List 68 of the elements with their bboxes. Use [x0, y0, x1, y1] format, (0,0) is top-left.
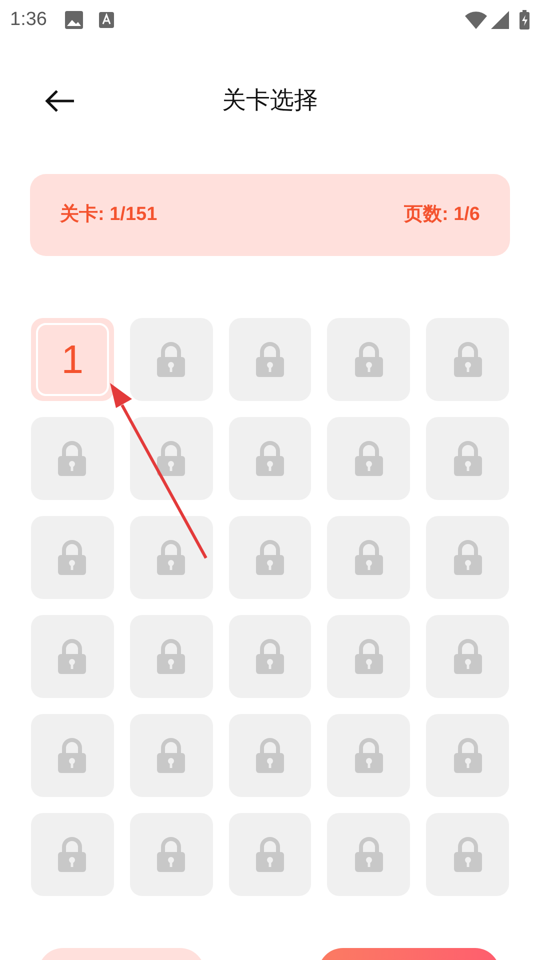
locked-level-tile[interactable]	[426, 516, 509, 599]
lock-icon	[452, 638, 484, 674]
lock-icon	[254, 540, 286, 576]
locked-level-tile[interactable]	[130, 714, 213, 797]
locked-level-tile[interactable]	[327, 318, 410, 401]
lock-icon	[254, 738, 286, 774]
locked-level-tile[interactable]	[426, 417, 509, 500]
locked-level-tile[interactable]	[31, 516, 114, 599]
lock-icon	[352, 342, 385, 378]
locked-level-tile[interactable]	[130, 615, 213, 698]
lock-icon	[155, 440, 188, 476]
image-icon	[64, 11, 83, 29]
battery-icon	[519, 10, 530, 30]
locked-level-tile[interactable]	[228, 813, 312, 896]
lock-icon	[155, 638, 188, 674]
locked-level-tile[interactable]	[31, 417, 114, 500]
locked-level-tile[interactable]	[31, 714, 114, 797]
locked-level-tile[interactable]	[228, 516, 312, 599]
page-title: 关卡选择	[222, 86, 318, 116]
lock-icon	[155, 540, 188, 576]
lock-icon	[155, 836, 188, 872]
locked-level-tile[interactable]	[31, 615, 114, 698]
locked-level-tile[interactable]	[130, 516, 213, 599]
lock-icon	[56, 540, 88, 576]
lock-icon	[155, 342, 188, 378]
locked-level-tile[interactable]	[130, 417, 213, 500]
locked-level-tile[interactable]	[228, 615, 312, 698]
status-time: 1:36	[10, 8, 47, 32]
level-tile[interactable]: 1	[31, 318, 114, 401]
locked-level-tile[interactable]	[327, 516, 410, 599]
lock-icon	[452, 836, 484, 872]
locked-level-tile[interactable]	[130, 318, 213, 401]
locked-level-tile[interactable]	[327, 714, 410, 797]
locked-level-tile[interactable]	[426, 615, 509, 698]
lock-icon	[452, 738, 484, 774]
lock-icon	[254, 342, 286, 378]
lock-icon	[352, 440, 385, 476]
locked-level-tile[interactable]	[426, 813, 509, 896]
lock-icon	[56, 638, 88, 674]
lock-icon	[155, 738, 188, 774]
lock-icon	[352, 638, 385, 674]
locked-level-tile[interactable]	[228, 714, 312, 797]
locked-level-tile[interactable]	[327, 813, 410, 896]
page-count: 页数: 1/6	[404, 202, 480, 227]
locked-level-tile[interactable]	[426, 318, 509, 401]
lock-icon	[254, 440, 286, 476]
lock-icon	[254, 836, 286, 872]
lock-icon	[452, 540, 484, 576]
lock-icon	[452, 440, 484, 476]
lock-icon	[352, 738, 385, 774]
signal-icon	[491, 11, 509, 29]
level-count: 关卡: 1/151	[60, 202, 158, 227]
locked-level-tile[interactable]	[327, 417, 410, 500]
lock-icon	[452, 342, 484, 378]
locked-level-tile[interactable]	[130, 813, 213, 896]
locked-level-tile[interactable]	[426, 714, 509, 797]
lock-icon	[56, 738, 88, 774]
lock-icon	[352, 540, 385, 576]
lock-icon	[352, 836, 385, 872]
wifi-icon	[465, 11, 487, 29]
locked-level-tile[interactable]	[228, 318, 312, 401]
lock-icon	[56, 836, 88, 872]
locked-level-tile[interactable]	[327, 615, 410, 698]
lock-icon	[254, 638, 286, 674]
lock-icon	[56, 440, 88, 476]
locked-level-tile[interactable]	[228, 417, 312, 500]
keyboard-icon	[98, 12, 114, 28]
locked-level-tile[interactable]	[31, 813, 114, 896]
